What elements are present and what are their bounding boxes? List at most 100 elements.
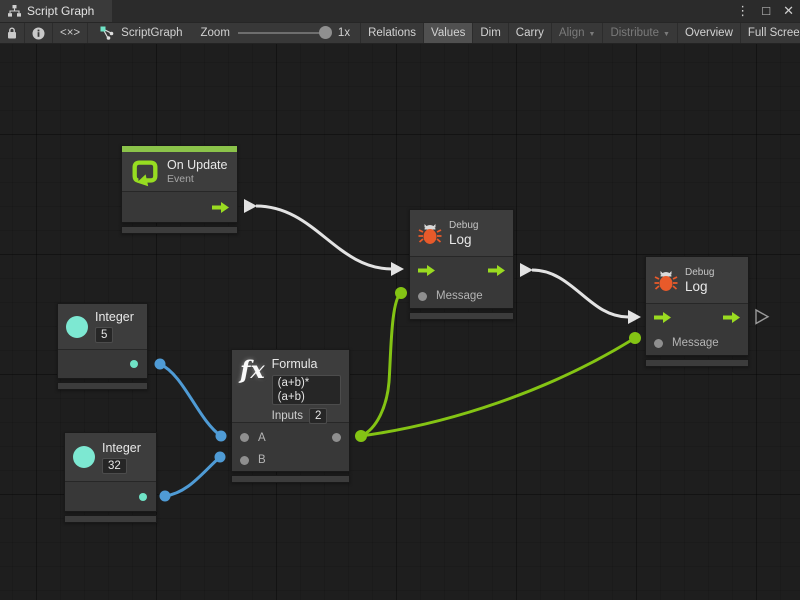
node-title: Integer xyxy=(102,441,141,456)
relations-button[interactable]: Relations xyxy=(361,23,424,43)
loop-event-icon xyxy=(130,157,160,187)
node-footer xyxy=(121,226,238,234)
node-debug-log-2[interactable]: Debug Log Message xyxy=(645,256,749,367)
dim-button[interactable]: Dim xyxy=(473,23,508,43)
node-footer xyxy=(57,382,148,390)
unconnected-flow-arrow[interactable] xyxy=(756,310,768,324)
flow-input-port[interactable] xyxy=(654,312,671,323)
flow-wire-1[interactable] xyxy=(256,206,392,269)
node-footer xyxy=(409,312,514,320)
node-category: Debug xyxy=(685,267,714,279)
lock-button[interactable] xyxy=(0,23,25,43)
chevron-down-icon: ▼ xyxy=(663,31,670,38)
window-maximize-icon[interactable]: □ xyxy=(762,0,770,22)
align-dropdown[interactable]: Align ▼ xyxy=(552,23,604,43)
integer-value-field[interactable]: 5 xyxy=(95,327,113,343)
distribute-dropdown[interactable]: Distribute ▼ xyxy=(603,23,678,43)
distribute-label: Distribute xyxy=(610,27,659,39)
node-category: Debug xyxy=(449,220,478,232)
value-wire-green-1[interactable] xyxy=(361,293,401,436)
overview-label: Overview xyxy=(685,27,733,39)
graph-hierarchy-icon xyxy=(8,5,21,17)
value-wire-blue-2[interactable] xyxy=(165,457,220,496)
formula-expression-field[interactable]: (a+b)*(a+b) xyxy=(272,375,341,405)
integer-icon xyxy=(66,316,88,338)
wire-endpoint-green xyxy=(629,332,641,344)
zoom-label: Zoom xyxy=(201,27,230,39)
info-button[interactable] xyxy=(25,23,53,43)
wire-endpoint-blue xyxy=(160,491,171,502)
zoom-slider[interactable] xyxy=(238,26,330,40)
flow-output-port[interactable] xyxy=(212,202,229,213)
flow-wire-start-arrow xyxy=(244,199,257,213)
node-on-update[interactable]: On Update Event xyxy=(121,145,238,234)
zoom-slider-track xyxy=(238,32,330,34)
node-integer-b[interactable]: Integer 32 xyxy=(64,432,157,523)
flow-wire-start-arrow xyxy=(520,263,533,277)
code-icon: <×> xyxy=(60,27,80,39)
zoom-control: Zoom 1x xyxy=(191,23,361,43)
code-view-button[interactable]: <×> xyxy=(53,23,88,43)
flow-output-port[interactable] xyxy=(723,312,740,323)
flow-output-port[interactable] xyxy=(488,265,505,276)
zoom-value: 1x xyxy=(338,27,350,39)
node-footer xyxy=(645,359,749,367)
formula-input-port-a[interactable] xyxy=(240,433,249,442)
inputs-label: Inputs xyxy=(272,410,303,422)
bug-icon xyxy=(418,222,442,245)
value-wire-blue-1[interactable] xyxy=(160,364,221,436)
message-input-port[interactable] xyxy=(654,339,663,348)
node-formula[interactable]: fx Formula (a+b)*(a+b) Inputs 2 A xyxy=(231,349,350,483)
integer-value-field[interactable]: 32 xyxy=(102,458,127,474)
inputs-count-field[interactable]: 2 xyxy=(309,408,327,424)
formula-fx-icon: fx xyxy=(240,357,265,383)
graph-name-label: ScriptGraph xyxy=(121,27,182,39)
carry-button[interactable]: Carry xyxy=(509,23,552,43)
tab-title: Script Graph xyxy=(27,4,94,18)
node-integer-a[interactable]: Integer 5 xyxy=(57,303,148,390)
value-wire-green-2[interactable] xyxy=(361,338,635,436)
node-debug-log-1[interactable]: Debug Log Message xyxy=(409,209,514,320)
message-input-port[interactable] xyxy=(418,292,427,301)
message-label: Message xyxy=(672,337,719,349)
node-subtitle: Event xyxy=(167,173,227,185)
relations-label: Relations xyxy=(368,27,416,39)
flow-wire-2[interactable] xyxy=(532,270,628,317)
tab-script-graph[interactable]: Script Graph xyxy=(0,0,112,22)
lock-icon xyxy=(7,27,17,39)
wire-endpoint-blue xyxy=(216,431,227,442)
formula-input-port-b[interactable] xyxy=(240,456,249,465)
port-a-label: A xyxy=(258,432,266,444)
formula-output-port[interactable] xyxy=(332,433,341,442)
values-button[interactable]: Values xyxy=(424,23,473,43)
fullscreen-label: Full Screen xyxy=(748,27,800,39)
overview-button[interactable]: Overview xyxy=(678,23,741,43)
flow-input-port[interactable] xyxy=(418,265,435,276)
carry-label: Carry xyxy=(516,27,544,39)
integer-output-port[interactable] xyxy=(139,493,147,501)
integer-icon xyxy=(73,446,95,468)
dim-label: Dim xyxy=(480,27,500,39)
chevron-down-icon: ▼ xyxy=(589,31,596,38)
port-b-label: B xyxy=(258,454,266,466)
node-title: Integer xyxy=(95,310,134,325)
title-bar: Script Graph ⋮ □ ✕ xyxy=(0,0,800,22)
window-close-icon[interactable]: ✕ xyxy=(783,0,794,22)
fullscreen-button[interactable]: Full Screen xyxy=(741,23,800,43)
graph-canvas[interactable]: On Update Event Integer 5 xyxy=(0,44,800,600)
node-title: On Update xyxy=(167,158,227,173)
message-label: Message xyxy=(436,290,483,302)
node-footer xyxy=(231,475,350,483)
node-footer xyxy=(64,515,157,523)
window-more-icon[interactable]: ⋮ xyxy=(736,0,749,22)
node-title: Log xyxy=(449,232,478,247)
zoom-slider-handle[interactable] xyxy=(319,26,332,39)
wire-endpoint-blue xyxy=(155,359,166,370)
flow-wire-end-arrow xyxy=(628,310,641,324)
graph-toolbar: <×> ScriptGraph Zoom 1x Relations Values… xyxy=(0,22,800,44)
flow-wire-end-arrow xyxy=(391,262,404,276)
info-icon xyxy=(32,27,45,40)
values-label: Values xyxy=(431,27,465,39)
graph-name-area[interactable]: ScriptGraph xyxy=(88,23,190,43)
integer-output-port[interactable] xyxy=(130,360,138,368)
